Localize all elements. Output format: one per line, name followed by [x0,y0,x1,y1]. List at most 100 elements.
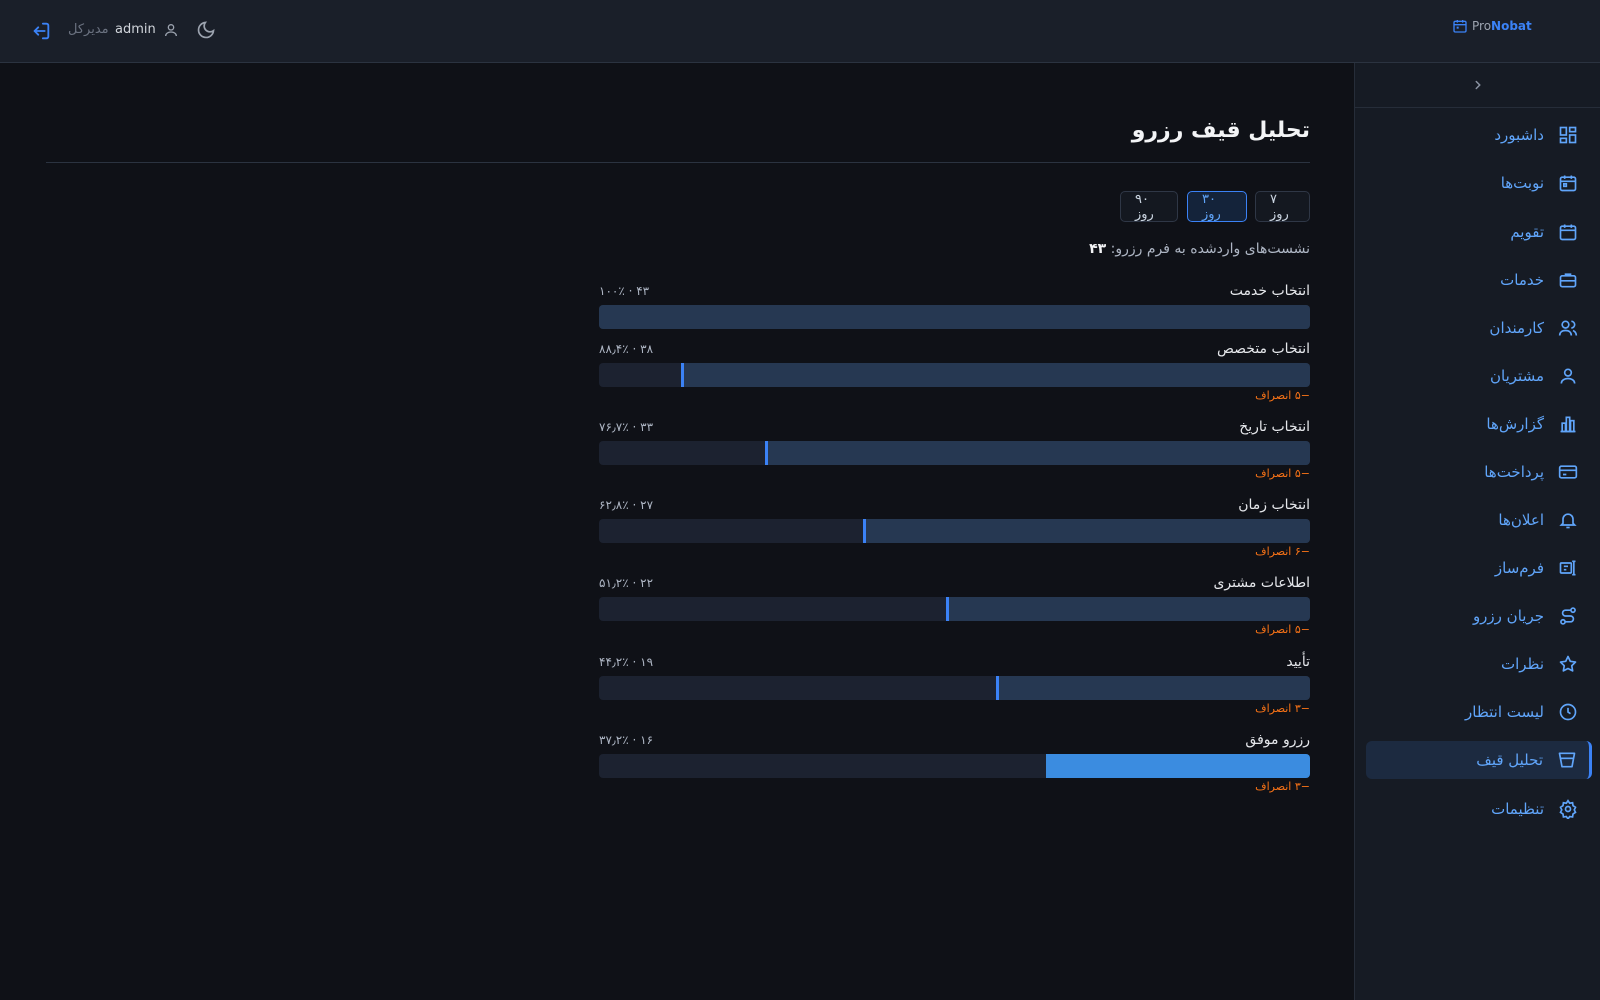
sidebar-item-payments[interactable]: پرداخت‌ها [1364,453,1590,491]
funnel-bar-fill [1046,754,1310,778]
gear-icon [1559,799,1577,819]
sidebar-item-label: لیست انتظار [1465,703,1544,721]
funnel-bar-track [599,519,1310,543]
bell-icon [1559,513,1577,529]
calendar-icon [1452,18,1468,34]
range-90-days-button[interactable]: ۹۰ روز [1120,191,1178,222]
clock-icon [1559,703,1577,721]
sidebar-item-customers[interactable]: مشتریان [1364,357,1590,395]
funnel-bar-fill [996,676,1310,700]
flow-icon [1560,607,1576,625]
funnel-dropoff-label: −۵ انصراف [1255,389,1310,402]
sidebar-item-services[interactable]: خدمات [1364,261,1590,299]
calendar-icon [1559,175,1577,192]
title-divider [46,162,1310,163]
user-icon [163,22,179,38]
funnel-dropoff-label: −۵ انصراف [1255,623,1310,636]
funnel-bar-fill [765,441,1310,465]
sidebar-item-label: فرم‌ساز [1494,559,1544,577]
user-icon [1560,368,1576,384]
sidebar-item-label: اعلان‌ها [1498,511,1544,529]
sidebar-item-settings[interactable]: تنظیمات [1364,790,1590,828]
funnel-bar-track [599,754,1310,778]
funnel-step-label: انتخاب تاریخ [1239,419,1310,435]
funnel-bar-track [599,597,1310,621]
funnel-bar-track [599,676,1310,700]
sidebar-item-label: مشتریان [1490,367,1544,385]
sidebar-item-label: جریان رزرو [1472,607,1544,625]
sidebar-item-label: گزارش‌ها [1486,415,1544,433]
funnel-bar-track [599,305,1310,329]
sessions-label: نشست‌های واردشده به فرم رزرو: [1110,241,1310,257]
briefcase-icon [1559,273,1577,288]
funnel-step-label: انتخاب متخصص [1217,341,1310,357]
sidebar-item-label: داشبورد [1494,126,1544,144]
sidebar-item-form-builder[interactable]: فرم‌ساز [1364,549,1590,587]
sidebar-item-reports[interactable]: گزارش‌ها [1364,405,1590,443]
brand-logo[interactable]: Pro Nobat [1452,18,1532,34]
funnel-dropoff-label: −۶ انصراف [1255,545,1310,558]
funnel-step-stat: ۳۷٫۲٪ · ۱۶ [599,733,654,747]
sidebar-item-dashboard[interactable]: داشبورد [1364,116,1590,154]
funnel-step-label: انتخاب خدمت [1229,283,1310,299]
sidebar: داشبورد نوبت‌ها تقویم خدمات کارمندان مشت… [1354,63,1600,1000]
funnel-bar-fill [599,305,1310,329]
sidebar-item-waitlist[interactable]: لیست انتظار [1364,693,1590,731]
sidebar-divider [1355,107,1600,108]
funnel-bar-fill [863,519,1310,543]
sidebar-item-reviews[interactable]: نظرات [1364,645,1590,683]
funnel-dropoff-label: −۳ انصراف [1255,780,1310,793]
user-name: admin [115,22,156,37]
funnel-bar-track [599,363,1310,387]
brand-prefix: Pro [1472,19,1492,33]
funnel-step-label: تأیید [1286,654,1310,670]
logout-icon[interactable] [30,20,52,42]
funnel-step-stat: ۶۲٫۸٪ · ۲۷ [599,498,654,512]
funnel-step-stat: ۵۱٫۲٪ · ۲۲ [599,576,654,590]
funnel-step-stat: ۴۴٫۲٪ · ۱۹ [599,655,654,669]
sidebar-item-label: کارمندان [1489,319,1544,337]
funnel-bar-track [599,441,1310,465]
star-icon [1559,655,1577,672]
funnel-bar-fill [946,597,1310,621]
dashboard-grid-icon [1559,126,1577,144]
funnel-dropoff-label: −۳ انصراف [1255,702,1310,715]
sidebar-item-appointments[interactable]: نوبت‌ها [1364,164,1590,202]
sidebar-item-booking-flow[interactable]: جریان رزرو [1364,597,1590,635]
moon-icon[interactable] [196,20,218,42]
funnel-step-label: اطلاعات مشتری [1213,575,1310,591]
sidebar-item-label: نظرات [1500,655,1544,673]
sidebar-item-notifications[interactable]: اعلان‌ها [1364,501,1590,539]
brand-suffix: Nobat [1491,19,1532,33]
sidebar-item-calendar[interactable]: تقویم [1364,213,1590,251]
sidebar-item-label: تحلیل قیف [1476,751,1543,769]
user-role: مدیرکل [68,22,109,37]
users-icon [1558,320,1578,336]
range-30-days-button[interactable]: ۳۰ روز [1187,191,1247,222]
sidebar-item-label: تنظیمات [1491,800,1544,818]
sidebar-item-label: نوبت‌ها [1500,174,1544,192]
range-7-days-button[interactable]: ۷ روز [1255,191,1310,222]
funnel-icon [1558,752,1576,768]
funnel-step-label: انتخاب زمان [1238,497,1310,513]
funnel-step-stat: ۷۶٫۷٪ · ۳۳ [599,420,654,434]
funnel-step-stat: ۸۸٫۴٪ · ۳۸ [599,342,654,356]
form-builder-icon [1559,560,1576,576]
sessions-value: ۴۳ [1089,241,1107,257]
funnel-step-stat: ۱۰۰٪ · ۴۳ [599,284,650,298]
sidebar-item-label: پرداخت‌ها [1484,463,1544,481]
sidebar-item-staff[interactable]: کارمندان [1364,309,1590,347]
chevron-right-icon[interactable] [1471,77,1485,91]
sessions-summary: نشست‌های واردشده به فرم رزرو: ۴۳ [1089,241,1310,257]
calendar-icon [1559,224,1577,241]
credit-card-icon [1558,465,1578,479]
funnel-bar-fill [681,363,1310,387]
sidebar-item-label: خدمات [1500,271,1544,289]
bar-chart-icon [1560,416,1576,433]
funnel-step-label: رزرو موفق [1245,732,1310,748]
top-header: مدیرکل admin Pro Nobat [0,0,1600,63]
funnel-dropoff-label: −۵ انصراف [1255,467,1310,480]
sidebar-item-label: تقویم [1510,223,1544,241]
sidebar-item-funnel-analysis[interactable]: تحلیل قیف [1366,741,1592,779]
page-title: تحلیل قیف رزرو [1131,118,1310,143]
